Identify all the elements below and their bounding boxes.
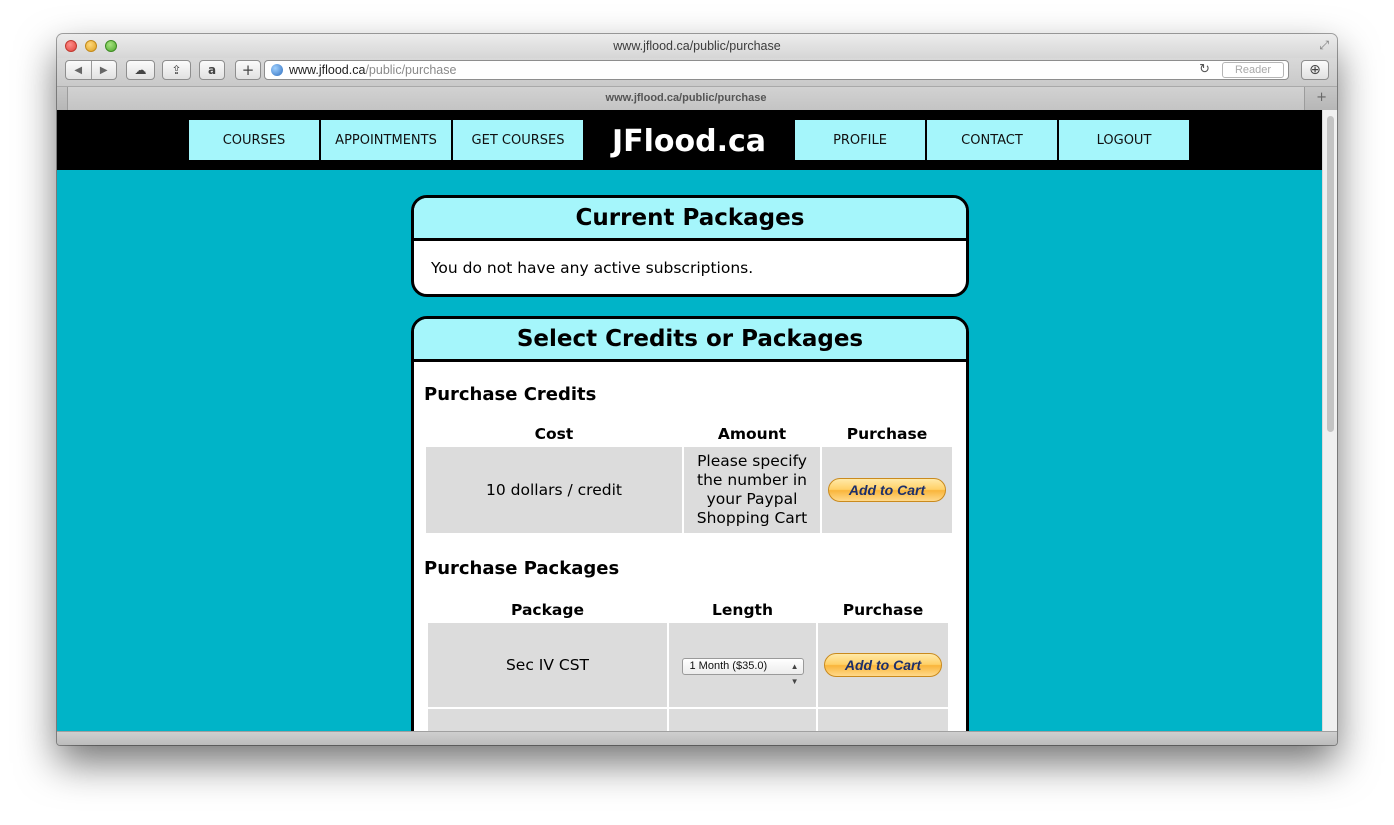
- package-name: [428, 709, 667, 731]
- status-bar: [57, 731, 1337, 745]
- packages-header-length: Length: [712, 601, 773, 619]
- credit-amount-note: Please specify the number in your Paypal…: [684, 447, 820, 533]
- current-packages-panel: Current Packages You do not have any act…: [411, 195, 969, 297]
- credit-purchase-cell: Add to Cart: [822, 447, 952, 533]
- back-arrow-icon[interactable]: ◀: [66, 65, 91, 76]
- package-length-cell: 1 Month ($35.0) ▲ ▼: [669, 623, 816, 707]
- add-to-cart-button[interactable]: Add to Cart: [824, 653, 942, 677]
- forward-arrow-icon[interactable]: ▶: [92, 65, 117, 76]
- address-bar[interactable]: www.jflood.ca/public/purchase ↻ Reader: [264, 60, 1289, 80]
- package-purchase-cell: [818, 709, 948, 731]
- cloud-icon: ☁: [134, 63, 147, 77]
- add-bookmark-button[interactable]: +: [235, 60, 261, 80]
- share-button[interactable]: ⇪: [162, 60, 191, 80]
- title-bar: www.jflood.ca/public/purchase ⤢: [57, 34, 1337, 58]
- nav-logout[interactable]: LOGOUT: [1059, 120, 1189, 160]
- back-forward-buttons: ◀ ▶: [65, 60, 117, 80]
- select-packages-panel: Select Credits or Packages Purchase Cred…: [411, 316, 969, 731]
- length-select[interactable]: 1 Month ($35.0) ▲ ▼: [681, 658, 804, 686]
- fullscreen-icon[interactable]: ⤢: [1319, 38, 1329, 53]
- nav-appointments[interactable]: APPOINTMENTS: [321, 120, 451, 160]
- nav-profile[interactable]: PROFILE: [795, 120, 925, 160]
- globe-icon: [271, 64, 283, 76]
- browser-toolbar: ◀ ▶ ☁ ⇪ a + www.jflood.ca/public/purchas…: [57, 58, 1337, 86]
- reload-icon[interactable]: ↻: [1199, 62, 1210, 77]
- nav-get-courses[interactable]: GET COURSES: [453, 120, 583, 160]
- url-path: /public/purchase: [365, 63, 457, 77]
- credits-header-purchase: Purchase: [846, 425, 928, 443]
- reader-button[interactable]: Reader: [1222, 62, 1284, 78]
- table-row: [428, 709, 948, 731]
- purchase-credits-heading: Purchase Credits: [424, 384, 597, 405]
- select-packages-title: Select Credits or Packages: [414, 319, 966, 362]
- amazon-icon: a: [207, 63, 217, 77]
- length-select-value: 1 Month ($35.0): [689, 660, 768, 672]
- vertical-scrollbar[interactable]: [1322, 110, 1337, 731]
- share-icon: ⇪: [171, 63, 182, 77]
- url-host: www.jflood.ca: [289, 63, 366, 77]
- site-header: COURSES APPOINTMENTS GET COURSES JFlood.…: [57, 110, 1322, 170]
- purchase-packages-heading: Purchase Packages: [424, 558, 620, 579]
- packages-header-package: Package: [511, 601, 584, 619]
- credits-table: Cost Amount Purchase 10 dollars / credit…: [424, 421, 954, 535]
- credits-header-cost: Cost: [534, 425, 574, 443]
- credit-cost: 10 dollars / credit: [426, 447, 682, 533]
- amount-note-line: Please specify: [697, 452, 807, 470]
- nav-contact[interactable]: CONTACT: [927, 120, 1057, 160]
- select-arrows-icon: ▲ ▼: [790, 662, 799, 686]
- browser-window: www.jflood.ca/public/purchase ⤢ ◀ ▶ ☁ ⇪ …: [57, 34, 1337, 745]
- nav-courses[interactable]: COURSES: [189, 120, 319, 160]
- table-row: Sec IV CST 1 Month ($35.0) ▲ ▼ Add to Cart: [428, 623, 948, 707]
- url-text: www.jflood.ca/public/purchase: [289, 63, 456, 77]
- current-packages-title: Current Packages: [414, 198, 966, 241]
- amount-note-line: your Paypal: [706, 490, 798, 508]
- tab-active[interactable]: www.jflood.ca/public/purchase: [67, 87, 1305, 110]
- add-to-cart-button[interactable]: Add to Cart: [828, 478, 946, 502]
- tab-strip: www.jflood.ca/public/purchase +: [57, 86, 1337, 110]
- amount-note-line: Shopping Cart: [696, 509, 808, 527]
- scrollbar-thumb[interactable]: [1327, 116, 1334, 432]
- credits-header-amount: Amount: [717, 425, 787, 443]
- no-subscriptions-message: You do not have any active subscriptions…: [431, 259, 754, 277]
- icloud-tabs-button[interactable]: ☁: [126, 60, 155, 80]
- packages-table: Package Length Purchase Sec IV CST 1 Mon…: [426, 597, 950, 731]
- download-icon: ⊕: [1309, 62, 1321, 78]
- package-length-cell: [669, 709, 816, 731]
- downloads-button[interactable]: ⊕: [1301, 60, 1329, 80]
- site-logo[interactable]: JFlood.ca: [583, 120, 795, 164]
- amount-note-line: the number in: [697, 471, 807, 489]
- table-row: 10 dollars / credit Please specify the n…: [426, 447, 952, 533]
- window-title: www.jflood.ca/public/purchase: [613, 39, 781, 53]
- page-viewport: COURSES APPOINTMENTS GET COURSES JFlood.…: [57, 110, 1322, 731]
- amazon-bookmark-button[interactable]: a: [199, 60, 225, 80]
- plus-icon: +: [241, 61, 255, 79]
- packages-header-purchase: Purchase: [842, 601, 924, 619]
- new-tab-icon[interactable]: +: [1316, 90, 1327, 105]
- package-purchase-cell: Add to Cart: [818, 623, 948, 707]
- package-name: Sec IV CST: [428, 623, 667, 707]
